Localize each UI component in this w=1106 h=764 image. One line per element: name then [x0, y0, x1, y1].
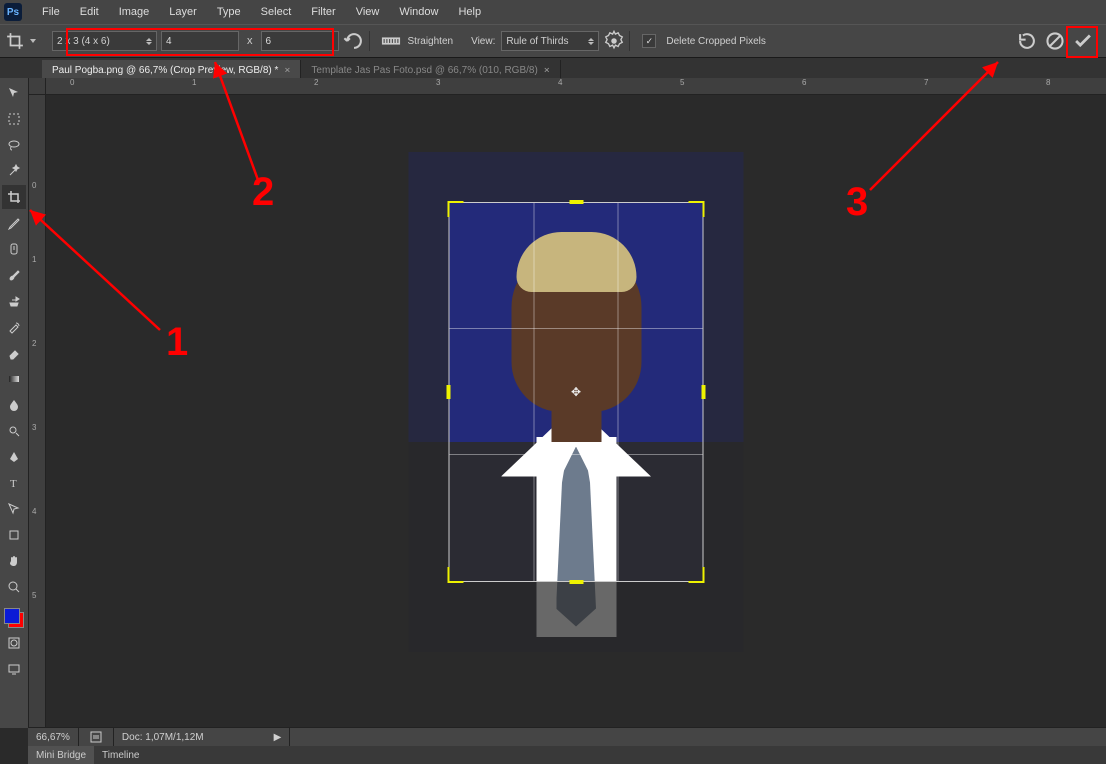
- menu-filter[interactable]: Filter: [301, 0, 345, 24]
- overlay-dropdown[interactable]: Rule of Thirds: [501, 31, 599, 51]
- bottom-panel-tabs: Mini Bridge Timeline: [28, 746, 1106, 764]
- crop-handle-b[interactable]: [569, 580, 583, 584]
- tools-panel: T: [0, 78, 29, 728]
- document-tab-label: Paul Pogba.png @ 66,7% (Crop Preview, RG…: [52, 65, 278, 76]
- crop-tool-indicator-icon: [6, 32, 24, 50]
- reset-crop-icon[interactable]: [1016, 30, 1038, 52]
- svg-text:T: T: [10, 478, 17, 490]
- quick-mask-icon[interactable]: [2, 631, 26, 655]
- marquee-tool-icon[interactable]: [2, 107, 26, 131]
- overlay-value: Rule of Thirds: [506, 36, 568, 47]
- options-bar: 2 x 3 (4 x 6) x Straighten View: Rule of…: [0, 24, 1106, 58]
- color-swatches[interactable]: [2, 606, 26, 630]
- cancel-crop-icon[interactable]: [1044, 30, 1066, 52]
- screen-mode-icon[interactable]: [2, 657, 26, 681]
- brush-tool-icon[interactable]: [2, 263, 26, 287]
- menu-select[interactable]: Select: [251, 0, 302, 24]
- eyedropper-tool-icon[interactable]: [2, 211, 26, 235]
- crop-width-input[interactable]: [161, 31, 239, 51]
- delete-cropped-label: Delete Cropped Pixels: [666, 36, 766, 47]
- crop-handle-t[interactable]: [569, 200, 583, 204]
- ruler-corner: [29, 78, 46, 95]
- rectangle-tool-icon[interactable]: [2, 523, 26, 547]
- close-tab-icon[interactable]: ×: [284, 65, 290, 76]
- lasso-tool-icon[interactable]: [2, 133, 26, 157]
- zoom-tool-icon[interactable]: [2, 575, 26, 599]
- dodge-tool-icon[interactable]: [2, 419, 26, 443]
- status-bar: 66,67% Doc: 1,07M/1,12M▶: [28, 727, 1106, 746]
- hand-tool-icon[interactable]: [2, 549, 26, 573]
- panel-tab-mini-bridge[interactable]: Mini Bridge: [28, 746, 94, 764]
- document-image[interactable]: ✥: [409, 152, 744, 652]
- type-tool-icon[interactable]: T: [2, 471, 26, 495]
- crop-tool-icon[interactable]: [2, 185, 26, 209]
- blur-tool-icon[interactable]: [2, 393, 26, 417]
- crop-options-gear-icon[interactable]: [603, 30, 625, 52]
- commit-crop-icon[interactable]: [1072, 30, 1094, 52]
- tool-preset-dropdown-icon[interactable]: [30, 39, 36, 43]
- menu-layer[interactable]: Layer: [159, 0, 207, 24]
- annotation-number-3: 3: [846, 180, 868, 225]
- straighten-label[interactable]: Straighten: [408, 36, 454, 47]
- crop-handle-bl[interactable]: [448, 567, 464, 583]
- crop-handle-r[interactable]: [702, 385, 706, 399]
- straighten-icon[interactable]: [380, 30, 402, 52]
- eraser-tool-icon[interactable]: [2, 341, 26, 365]
- crop-handle-tr[interactable]: [689, 201, 705, 217]
- delete-cropped-checkbox[interactable]: ✓: [642, 34, 656, 48]
- crop-handle-tl[interactable]: [448, 201, 464, 217]
- annotation-number-2: 2: [252, 170, 274, 215]
- view-label: View:: [471, 36, 495, 47]
- history-brush-tool-icon[interactable]: [2, 315, 26, 339]
- status-icon[interactable]: [79, 728, 114, 746]
- menu-window[interactable]: Window: [389, 0, 448, 24]
- canvas-area: 0 1 2 3 4 5 6 7 8 0 1 2 3 4 5: [29, 78, 1106, 728]
- crop-handle-br[interactable]: [689, 567, 705, 583]
- crop-aspect-preset-value: 2 x 3 (4 x 6): [57, 36, 110, 47]
- crop-handle-l[interactable]: [447, 385, 451, 399]
- swap-dimensions-icon[interactable]: [343, 30, 365, 52]
- document-tab-active[interactable]: Paul Pogba.png @ 66,7% (Crop Preview, RG…: [42, 60, 301, 80]
- move-tool-icon[interactable]: [2, 81, 26, 105]
- menu-view[interactable]: View: [346, 0, 390, 24]
- document-tab-label: Template Jas Pas Foto.psd @ 66,7% (010, …: [311, 65, 537, 76]
- crop-center-icon: ✥: [571, 385, 581, 399]
- crop-aspect-preset-dropdown[interactable]: 2 x 3 (4 x 6): [52, 31, 157, 51]
- crop-height-input[interactable]: [261, 31, 339, 51]
- panel-tab-timeline[interactable]: Timeline: [94, 746, 147, 764]
- app-logo: Ps: [4, 3, 22, 21]
- close-tab-icon[interactable]: ×: [544, 65, 550, 76]
- magic-wand-tool-icon[interactable]: [2, 159, 26, 183]
- zoom-level[interactable]: 66,67%: [28, 728, 79, 746]
- clone-stamp-tool-icon[interactable]: [2, 289, 26, 313]
- healing-brush-tool-icon[interactable]: [2, 237, 26, 261]
- foreground-color-swatch[interactable]: [4, 608, 20, 624]
- menu-type[interactable]: Type: [207, 0, 251, 24]
- menu-file[interactable]: File: [32, 0, 70, 24]
- workspace: T 0 1 2 3 4 5 6 7 8: [0, 78, 1106, 728]
- menu-bar: Ps File Edit Image Layer Type Select Fil…: [0, 0, 1106, 24]
- document-tab-inactive[interactable]: Template Jas Pas Foto.psd @ 66,7% (010, …: [301, 60, 560, 80]
- doc-size[interactable]: Doc: 1,07M/1,12M▶: [114, 728, 290, 746]
- menu-image[interactable]: Image: [109, 0, 160, 24]
- crop-boundary[interactable]: ✥: [449, 202, 704, 582]
- dimension-separator: x: [247, 35, 253, 47]
- menu-edit[interactable]: Edit: [70, 0, 109, 24]
- canvas[interactable]: ✥: [46, 95, 1106, 728]
- ruler-horizontal[interactable]: 0 1 2 3 4 5 6 7 8: [46, 78, 1106, 95]
- ruler-vertical[interactable]: 0 1 2 3 4 5: [29, 95, 46, 728]
- menu-help[interactable]: Help: [448, 0, 491, 24]
- pen-tool-icon[interactable]: [2, 445, 26, 469]
- annotation-number-1: 1: [166, 320, 188, 365]
- gradient-tool-icon[interactable]: [2, 367, 26, 391]
- path-selection-tool-icon[interactable]: [2, 497, 26, 521]
